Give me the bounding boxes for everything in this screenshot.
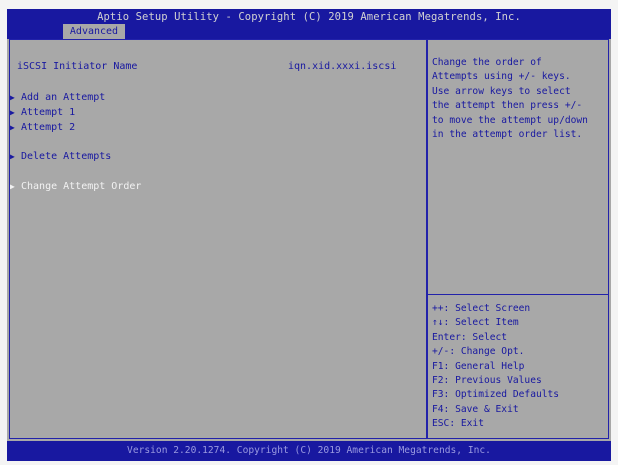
help-line: Use arrow keys to select — [432, 85, 571, 97]
menu-item-attempt-2[interactable]: ▶ Attempt 2 — [10, 122, 75, 133]
help-line: to move the attempt up/down — [432, 114, 588, 126]
main-panel: iSCSI Initiator Name iqn.xid.xxxi.iscsi … — [9, 39, 427, 439]
help-line: Change the order of — [432, 57, 542, 68]
footer-version: Version 2.20.1274. Copyright (C) 2019 Am… — [127, 445, 491, 456]
right-triangle-icon: ▶ — [10, 152, 15, 161]
help-text: Change the order of Attempts using +/- k… — [432, 56, 604, 142]
bios-screen: Aptio Setup Utility - Copyright (C) 2019… — [7, 9, 611, 461]
key-hint: F1: General Help — [432, 360, 525, 372]
right-triangle-icon: ▶ — [10, 93, 15, 102]
key-hint: ++: Select Screen — [432, 303, 531, 314]
help-line: Attempts using +/- keys. — [432, 71, 571, 83]
help-line: in the attempt order list. — [432, 129, 583, 141]
key-hint: F3: Optimized Defaults — [432, 389, 560, 401]
key-hint: ↑↓: Select Item — [432, 317, 519, 329]
initiator-name-value[interactable]: iqn.xid.xxxi.iscsi — [288, 61, 396, 72]
menu-item-label: Add an Attempt — [21, 92, 106, 103]
header-bar: Aptio Setup Utility - Copyright (C) 2019… — [7, 9, 611, 39]
header-title: Aptio Setup Utility - Copyright (C) 2019… — [97, 11, 521, 23]
menu-item-label: Change Attempt Order — [21, 181, 142, 192]
key-hint: F2: Previous Values — [432, 375, 542, 387]
menu-item-change-attempt-order[interactable]: ▶ Change Attempt Order — [10, 181, 141, 192]
help-line: the attempt then press +/- — [432, 100, 583, 112]
right-triangle-icon: ▶ — [10, 108, 15, 117]
menu-item-label: Attempt 2 — [21, 122, 76, 133]
menu-item-add-attempt[interactable]: ▶ Add an Attempt — [10, 92, 105, 103]
help-panel: Change the order of Attempts using +/- k… — [427, 39, 609, 439]
menu-item-label: Delete Attempts — [21, 151, 112, 162]
key-hint: F4: Save & Exit — [432, 403, 519, 415]
tab-advanced[interactable]: Advanced — [63, 24, 125, 39]
menu-item-delete-attempts[interactable]: ▶ Delete Attempts — [10, 151, 111, 162]
key-hint: ESC: Exit — [432, 418, 484, 430]
menu-item-label: Attempt 1 — [21, 107, 76, 118]
key-legend: ++: Select Screen ↑↓: Select Item Enter:… — [432, 302, 604, 432]
key-hint: +/-: Change Opt. — [432, 346, 525, 358]
initiator-name-label: iSCSI Initiator Name — [17, 61, 138, 72]
menu-item-attempt-1[interactable]: ▶ Attempt 1 — [10, 107, 75, 118]
key-hint: Enter: Select — [432, 331, 508, 343]
footer-bar: Version 2.20.1274. Copyright (C) 2019 Am… — [7, 441, 611, 461]
right-triangle-icon: ▶ — [10, 182, 15, 191]
help-divider — [428, 294, 608, 295]
right-triangle-icon: ▶ — [10, 123, 15, 132]
